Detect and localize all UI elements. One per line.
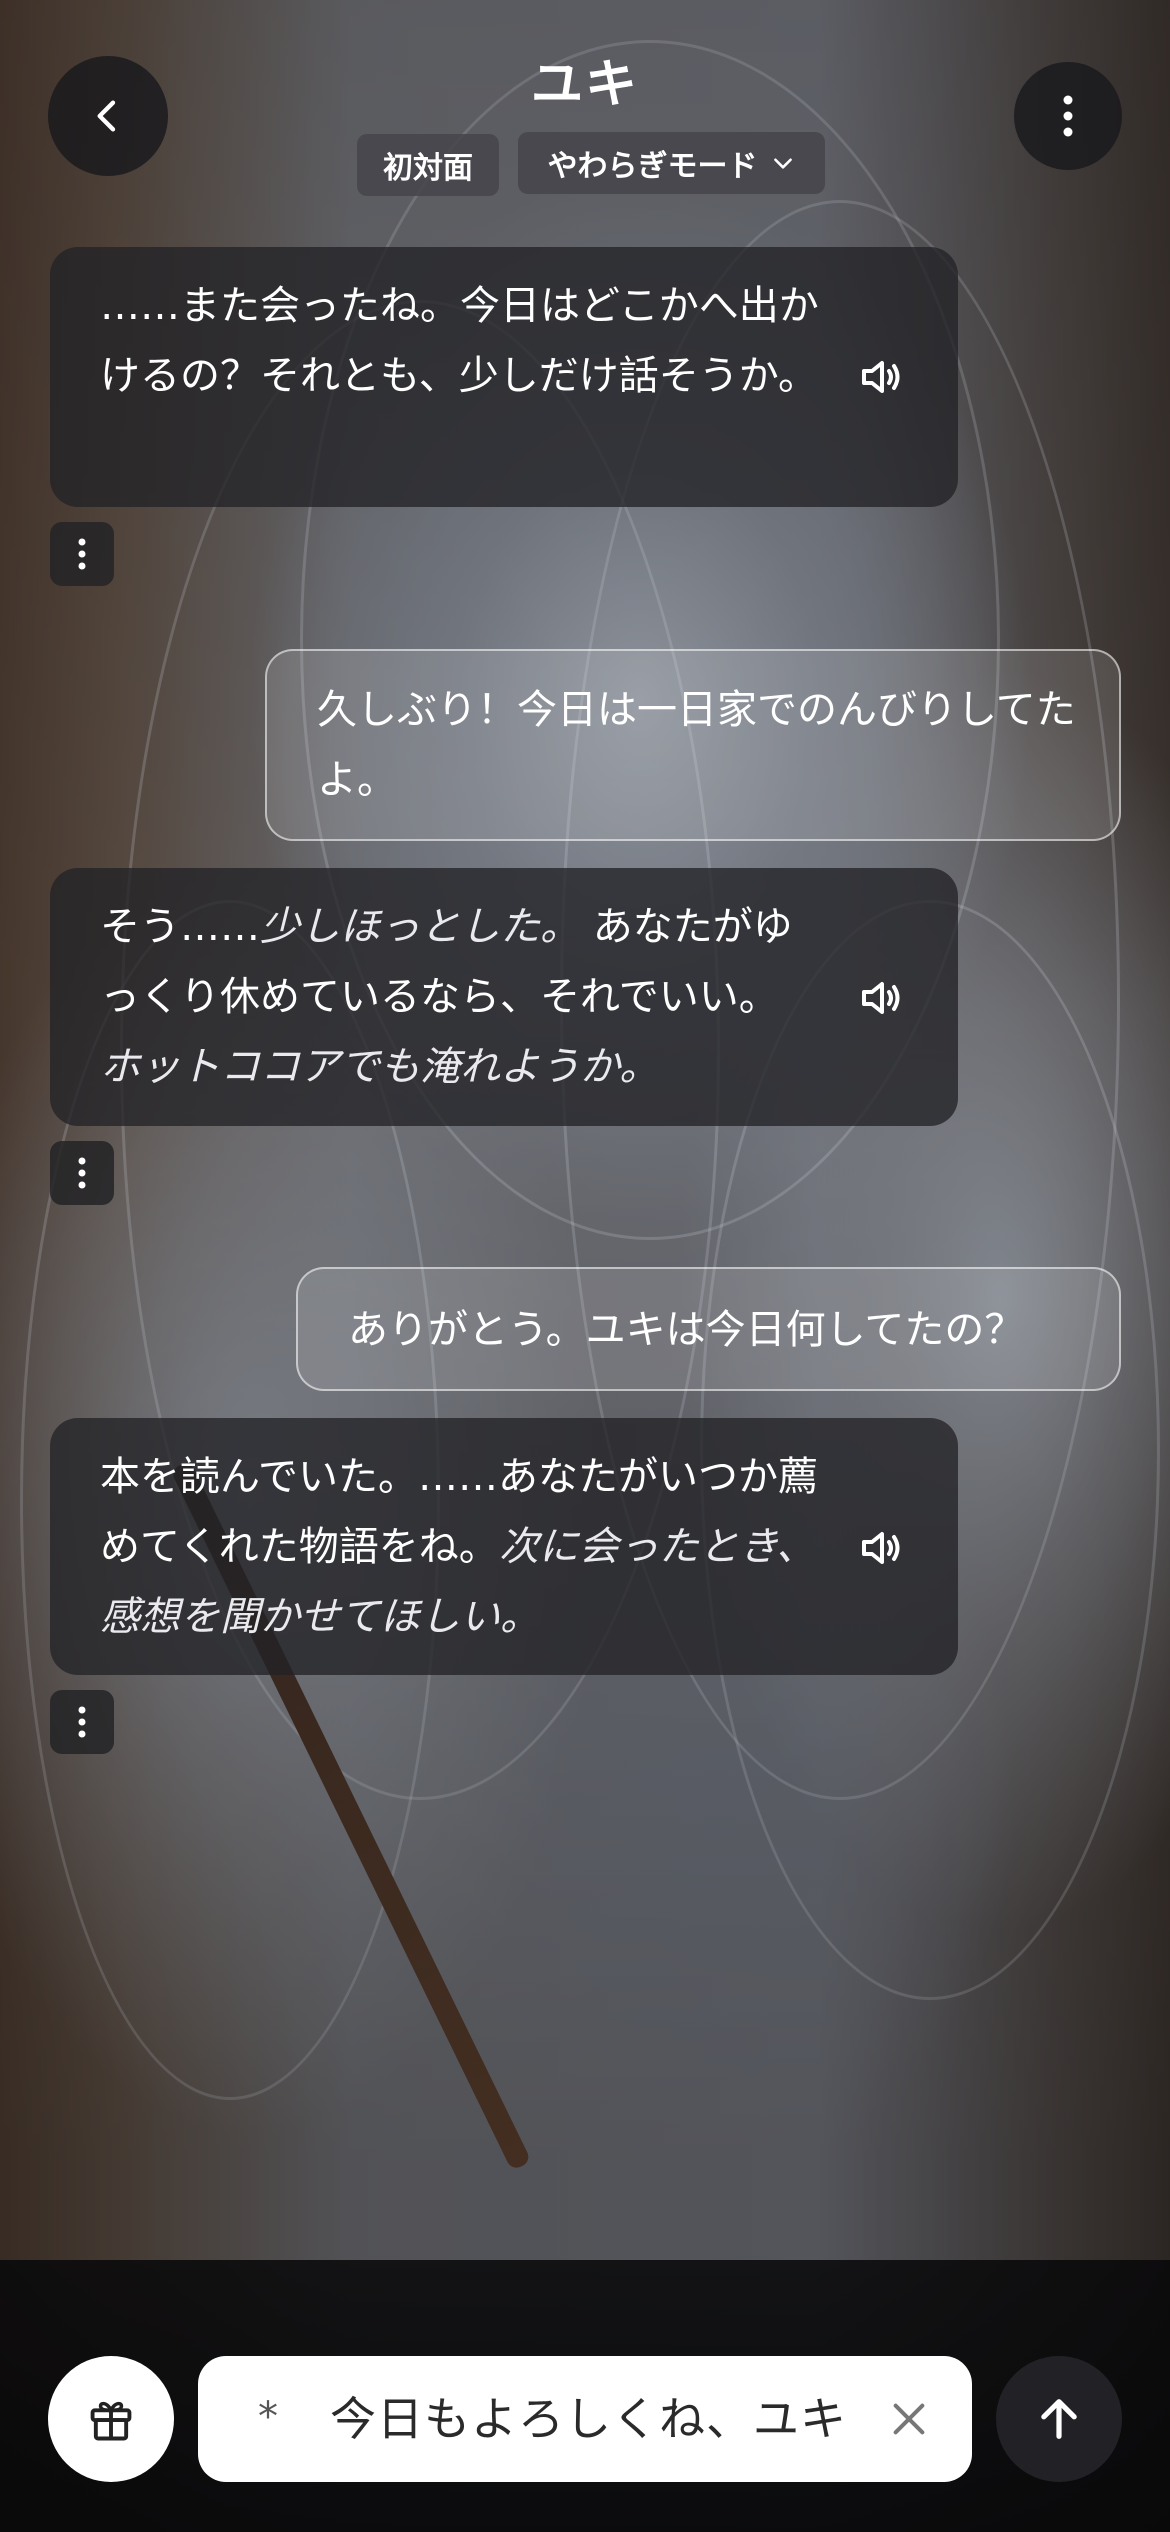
close-icon <box>893 2403 925 2435</box>
message-segment: そう…… <box>100 904 260 950</box>
clear-input-button[interactable] <box>886 2396 932 2442</box>
vertical-dots-icon <box>1063 95 1073 137</box>
mode-selector-dropdown[interactable]: やわらぎモード <box>518 132 825 194</box>
relationship-status-chip: 初対面 <box>357 134 499 196</box>
play-voice-button[interactable] <box>856 1522 908 1574</box>
message-text: ありがとう。ユキは今日何してたの？ <box>348 1295 1088 1365</box>
input-prefix: * <box>258 2394 278 2440</box>
ai-message-bubble: そう……少しほっとした。 あなたがゆっくり休めているなら、それでいい。 ホットココ… <box>50 868 958 1126</box>
ai-message-bubble: 本を読んでいた。……あなたがいつか薦めてくれた物語をね。次に会ったとき、感想を聞… <box>50 1418 958 1675</box>
play-voice-button[interactable] <box>856 972 908 1024</box>
play-voice-button[interactable] <box>856 351 908 403</box>
message-options-button[interactable] <box>50 1690 114 1754</box>
message-input-value[interactable]: 今日もよろしくね、ユキ <box>330 2356 847 2482</box>
message-segment: ありがとう。ユキは今日何してたの？ <box>348 1307 1025 1353</box>
character-name-title: ユキ <box>530 55 639 115</box>
message-options-button[interactable] <box>50 522 114 586</box>
user-message-bubble: 久しぶり！今日は一日家でのんびりしてたよ。 <box>265 649 1121 841</box>
chevron-down-icon <box>773 158 792 169</box>
ai-message-bubble: ……また会ったね。今日はどこかへ出かけるの？それとも、少しだけ話そうか。 <box>50 247 958 507</box>
composer-bar: * 今日もよろしくね、ユキ <box>0 2356 1170 2532</box>
message-segment: ……また会ったね。今日はどこかへ出かけるの？それとも、少しだけ話そうか。 <box>100 283 819 399</box>
message-text: ……また会ったね。今日はどこかへ出かけるの？それとも、少しだけ話そうか。 <box>100 271 820 411</box>
message-segment-italic: ホットココアでも淹れようか。 <box>100 1044 660 1090</box>
vertical-dots-icon <box>78 538 86 570</box>
message-text: 久しぶり！今日は一日家でのんびりしてたよ。 <box>317 675 1077 815</box>
more-options-button[interactable] <box>1014 62 1122 170</box>
send-button[interactable] <box>996 2356 1122 2482</box>
speaker-icon <box>862 1532 900 1564</box>
message-text: 本を読んでいた。……あなたがいつか薦めてくれた物語をね。次に会ったとき、感想を聞… <box>100 1442 820 1652</box>
message-options-button[interactable] <box>50 1141 114 1205</box>
speaker-icon <box>862 361 900 393</box>
vertical-dots-icon <box>78 1157 86 1189</box>
message-text: そう……少しほっとした。 あなたがゆっくり休めているなら、それでいい。 ホットココ… <box>100 892 820 1102</box>
message-segment: 久しぶり！今日は一日家でのんびりしてたよ。 <box>317 687 1076 803</box>
arrow-up-icon <box>1041 2399 1077 2439</box>
gift-button[interactable] <box>48 2356 174 2482</box>
message-segment-italic: 少しほっとした。 <box>260 904 580 950</box>
vertical-dots-icon <box>78 1706 86 1738</box>
speaker-icon <box>862 982 900 1014</box>
gift-icon <box>90 2401 132 2441</box>
user-message-bubble: ありがとう。ユキは今日何してたの？ <box>296 1267 1121 1391</box>
message-input-field[interactable]: * 今日もよろしくね、ユキ <box>198 2356 972 2482</box>
mode-selector-label: やわらぎモード <box>547 149 758 184</box>
